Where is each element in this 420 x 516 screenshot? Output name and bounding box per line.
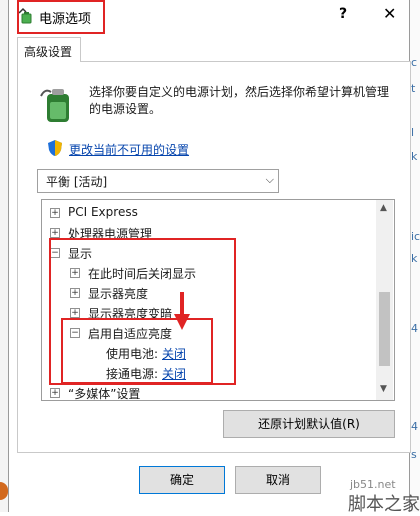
expand-icon[interactable]: + xyxy=(50,228,60,238)
expand-icon[interactable]: + xyxy=(50,388,60,398)
scroll-down-icon[interactable]: ▼ xyxy=(380,384,387,394)
tree-item-label: “多媒体”设置 xyxy=(68,387,141,401)
expand-icon[interactable]: + xyxy=(50,208,60,218)
description-text: 选择你要自定义的电源计划，然后选择你希望计算机管理的电源设置。 xyxy=(89,85,390,116)
tab-label: 高级设置 xyxy=(24,45,73,59)
battery-settings-icon xyxy=(40,89,69,122)
tree-item-label: PCI Express xyxy=(68,205,138,219)
bg-char: t xyxy=(411,82,416,95)
bg-char: s xyxy=(411,448,417,461)
help-button[interactable]: ? xyxy=(339,6,347,22)
bg-char: k xyxy=(411,150,418,163)
close-button[interactable]: ✕ xyxy=(383,4,396,23)
bg-char: c xyxy=(411,56,418,69)
tree-scrollbar[interactable]: ▲ ▼ xyxy=(376,200,393,400)
red-arrow-annotation xyxy=(174,292,190,330)
watermark-brand: 脚本之家 xyxy=(348,494,420,515)
bg-char: 4 xyxy=(411,322,418,335)
power-plan-dropdown[interactable]: 平衡 [活动] ⌵ xyxy=(37,169,279,193)
restore-defaults-button[interactable]: 还原计划默认值(R) xyxy=(223,410,395,438)
highlight-box-title xyxy=(17,0,105,34)
bg-char: ic xyxy=(411,230,420,243)
uac-shield-icon xyxy=(48,140,62,156)
cancel-button[interactable]: 取消 xyxy=(235,466,321,494)
bg-char: l xyxy=(411,126,415,139)
watermark: jb51.net 脚本之家 xyxy=(326,478,420,515)
tab-advanced-settings[interactable]: 高级设置 xyxy=(17,37,81,62)
scroll-up-icon[interactable]: ▲ xyxy=(380,203,387,213)
taskbar-orb-icon xyxy=(0,482,8,500)
power-plan-value: 平衡 [活动] xyxy=(46,175,108,189)
background-window-left xyxy=(0,0,8,512)
ok-button[interactable]: 确定 xyxy=(139,466,225,494)
chevron-down-icon: ⌵ xyxy=(265,173,274,186)
scrollbar-thumb[interactable] xyxy=(379,292,390,366)
power-options-dialog: 电源选项 ? ✕ 高级设置 选择你要自定义的电源计划，然后选择你希望计算机管理的… xyxy=(8,0,411,512)
bg-char: 4 xyxy=(411,420,418,433)
change-unavailable-settings-link[interactable]: 更改当前不可用的设置 xyxy=(69,141,189,158)
bg-char: k xyxy=(411,252,418,265)
